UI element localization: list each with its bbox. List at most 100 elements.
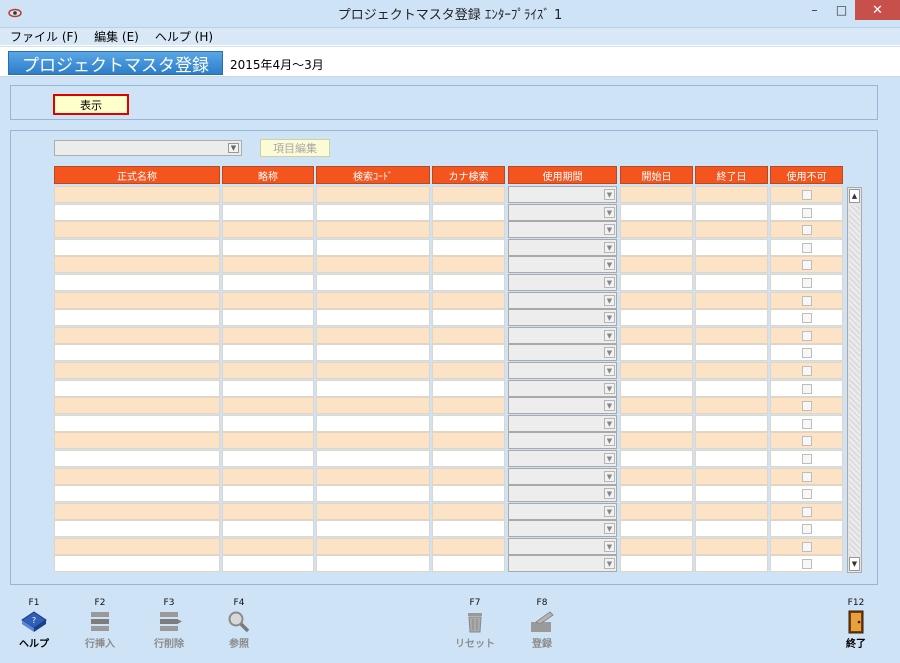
cell-short-name[interactable]	[222, 361, 314, 379]
cell-search-code[interactable]	[316, 520, 430, 538]
show-button[interactable]: 表示	[53, 94, 129, 115]
cell-official-name[interactable]	[54, 414, 220, 432]
cell-short-name[interactable]	[222, 397, 314, 415]
edit-items-button[interactable]: 項目編集	[260, 139, 330, 157]
cell-disabled[interactable]	[770, 273, 843, 291]
cell-short-name[interactable]	[222, 467, 314, 485]
cell-short-name[interactable]	[222, 449, 314, 467]
cell-usage-period[interactable]: ▼	[508, 555, 617, 573]
cell-kana-search[interactable]	[432, 485, 505, 503]
cell-end-date[interactable]	[695, 326, 768, 344]
disabled-checkbox[interactable]	[802, 524, 812, 535]
cell-usage-period[interactable]: ▼	[508, 221, 617, 239]
cell-search-code[interactable]	[316, 537, 430, 555]
chevron-down-icon[interactable]: ▼	[604, 206, 615, 218]
disabled-checkbox[interactable]	[802, 190, 812, 200]
cell-usage-period[interactable]: ▼	[508, 520, 617, 538]
disabled-checkbox[interactable]	[802, 418, 812, 429]
cell-end-date[interactable]	[695, 467, 768, 485]
cell-short-name[interactable]	[222, 273, 314, 291]
chevron-down-icon[interactable]: ▼	[604, 312, 615, 324]
cell-usage-period[interactable]: ▼	[508, 449, 617, 467]
f1-help-button[interactable]: F1 ? ヘルプ	[6, 598, 62, 650]
cell-short-name[interactable]	[222, 520, 314, 538]
cell-end-date[interactable]	[695, 221, 768, 239]
cell-short-name[interactable]	[222, 344, 314, 362]
cell-disabled[interactable]	[770, 326, 843, 344]
close-button[interactable]: ✕	[855, 0, 900, 20]
cell-kana-search[interactable]	[432, 309, 505, 327]
cell-search-code[interactable]	[316, 273, 430, 291]
cell-kana-search[interactable]	[432, 221, 505, 239]
cell-disabled[interactable]	[770, 467, 843, 485]
menu-edit[interactable]: 編集 (E)	[94, 28, 139, 45]
cell-disabled[interactable]	[770, 256, 843, 274]
cell-short-name[interactable]	[222, 555, 314, 573]
chevron-down-icon[interactable]: ▼	[604, 224, 615, 236]
chevron-down-icon[interactable]: ▼	[604, 259, 615, 271]
cell-usage-period[interactable]: ▼	[508, 537, 617, 555]
cell-start-date[interactable]	[620, 221, 693, 239]
cell-search-code[interactable]	[316, 291, 430, 309]
cell-kana-search[interactable]	[432, 502, 505, 520]
cell-disabled[interactable]	[770, 537, 843, 555]
cell-search-code[interactable]	[316, 397, 430, 415]
cell-disabled[interactable]	[770, 502, 843, 520]
cell-start-date[interactable]	[620, 361, 693, 379]
cell-start-date[interactable]	[620, 273, 693, 291]
f12-exit-button[interactable]: F12 終了	[828, 598, 884, 650]
cell-search-code[interactable]	[316, 449, 430, 467]
cell-usage-period[interactable]: ▼	[508, 291, 617, 309]
cell-disabled[interactable]	[770, 361, 843, 379]
cell-search-code[interactable]	[316, 361, 430, 379]
cell-kana-search[interactable]	[432, 467, 505, 485]
cell-end-date[interactable]	[695, 379, 768, 397]
cell-kana-search[interactable]	[432, 537, 505, 555]
chevron-down-icon[interactable]: ▼	[604, 400, 615, 412]
cell-disabled[interactable]	[770, 485, 843, 503]
scroll-down-icon[interactable]: ▼	[849, 557, 860, 571]
cell-start-date[interactable]	[620, 502, 693, 520]
cell-search-code[interactable]	[316, 186, 430, 203]
menu-help[interactable]: ヘルプ (H)	[155, 28, 213, 45]
disabled-checkbox[interactable]	[802, 489, 812, 500]
cell-search-code[interactable]	[316, 238, 430, 256]
cell-short-name[interactable]	[222, 379, 314, 397]
chevron-down-icon[interactable]: ▼	[228, 143, 239, 153]
cell-disabled[interactable]	[770, 221, 843, 239]
cell-end-date[interactable]	[695, 309, 768, 327]
cell-usage-period[interactable]: ▼	[508, 238, 617, 256]
disabled-checkbox[interactable]	[802, 313, 812, 324]
minimize-button[interactable]: –	[801, 0, 828, 20]
cell-end-date[interactable]	[695, 432, 768, 450]
cell-end-date[interactable]	[695, 537, 768, 555]
chevron-down-icon[interactable]: ▼	[604, 488, 615, 500]
cell-usage-period[interactable]: ▼	[508, 326, 617, 344]
cell-kana-search[interactable]	[432, 326, 505, 344]
cell-usage-period[interactable]: ▼	[508, 256, 617, 274]
cell-official-name[interactable]	[54, 238, 220, 256]
f7-reset-button[interactable]: F7 リセット	[447, 598, 503, 650]
cell-short-name[interactable]	[222, 309, 314, 327]
cell-official-name[interactable]	[54, 555, 220, 573]
cell-short-name[interactable]	[222, 291, 314, 309]
cell-start-date[interactable]	[620, 467, 693, 485]
cell-end-date[interactable]	[695, 344, 768, 362]
cell-kana-search[interactable]	[432, 203, 505, 221]
chevron-down-icon[interactable]: ▼	[604, 276, 615, 288]
cell-disabled[interactable]	[770, 344, 843, 362]
item-select-combo[interactable]: ▼	[54, 140, 242, 156]
cell-usage-period[interactable]: ▼	[508, 309, 617, 327]
cell-search-code[interactable]	[316, 309, 430, 327]
disabled-checkbox[interactable]	[802, 453, 812, 464]
cell-short-name[interactable]	[222, 414, 314, 432]
cell-search-code[interactable]	[316, 467, 430, 485]
disabled-checkbox[interactable]	[802, 277, 812, 288]
cell-search-code[interactable]	[316, 379, 430, 397]
cell-official-name[interactable]	[54, 221, 220, 239]
cell-official-name[interactable]	[54, 309, 220, 327]
cell-search-code[interactable]	[316, 502, 430, 520]
cell-short-name[interactable]	[222, 485, 314, 503]
cell-end-date[interactable]	[695, 555, 768, 573]
cell-disabled[interactable]	[770, 203, 843, 221]
